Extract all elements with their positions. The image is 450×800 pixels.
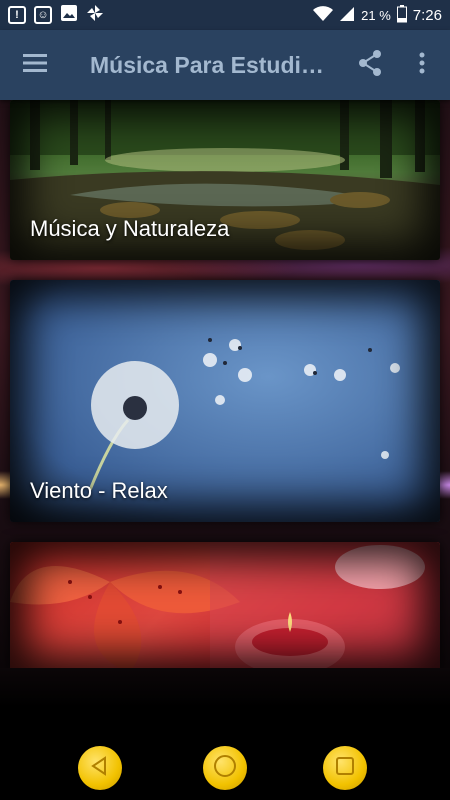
battery-icon (396, 4, 407, 26)
category-label: Viento - Relax (30, 478, 168, 503)
category-card-nature[interactable]: Música y Naturaleza (10, 100, 440, 260)
category-card-wind[interactable]: Viento - Relax (10, 280, 440, 522)
card-vignette (10, 542, 440, 668)
back-button[interactable] (78, 746, 122, 790)
page-title: Música Para Estudi… (90, 51, 324, 78)
clock: 7:26 (412, 6, 442, 24)
share-button[interactable] (350, 45, 390, 85)
more-options-button[interactable] (404, 45, 440, 85)
share-icon (358, 49, 382, 81)
alert-notification-icon: ! (8, 6, 26, 24)
category-list[interactable]: Música y Naturaleza Viento - Relax (0, 100, 450, 668)
app-bar: Música Para Estudi… (0, 30, 450, 100)
recents-button[interactable] (323, 746, 367, 790)
navigation-bar (0, 668, 450, 800)
home-circle-icon (213, 754, 237, 783)
category-card-spa[interactable] (10, 542, 440, 668)
hamburger-icon (23, 53, 47, 77)
pinwheel-notification-icon (86, 4, 104, 27)
wifi-icon (313, 5, 334, 25)
more-vert-icon (419, 52, 425, 79)
cell-signal-icon (339, 6, 355, 25)
category-label: Música y Naturaleza (30, 216, 230, 241)
battery-percent: 21 % (361, 7, 391, 23)
image-notification-icon (60, 4, 78, 27)
menu-button[interactable] (0, 30, 70, 100)
status-bar: ! ☺ 21 % 7:26 (0, 0, 450, 30)
home-button[interactable] (203, 746, 247, 790)
recents-square-icon (334, 755, 356, 782)
back-triangle-icon (89, 755, 111, 782)
message-notification-icon: ☺ (34, 6, 52, 24)
